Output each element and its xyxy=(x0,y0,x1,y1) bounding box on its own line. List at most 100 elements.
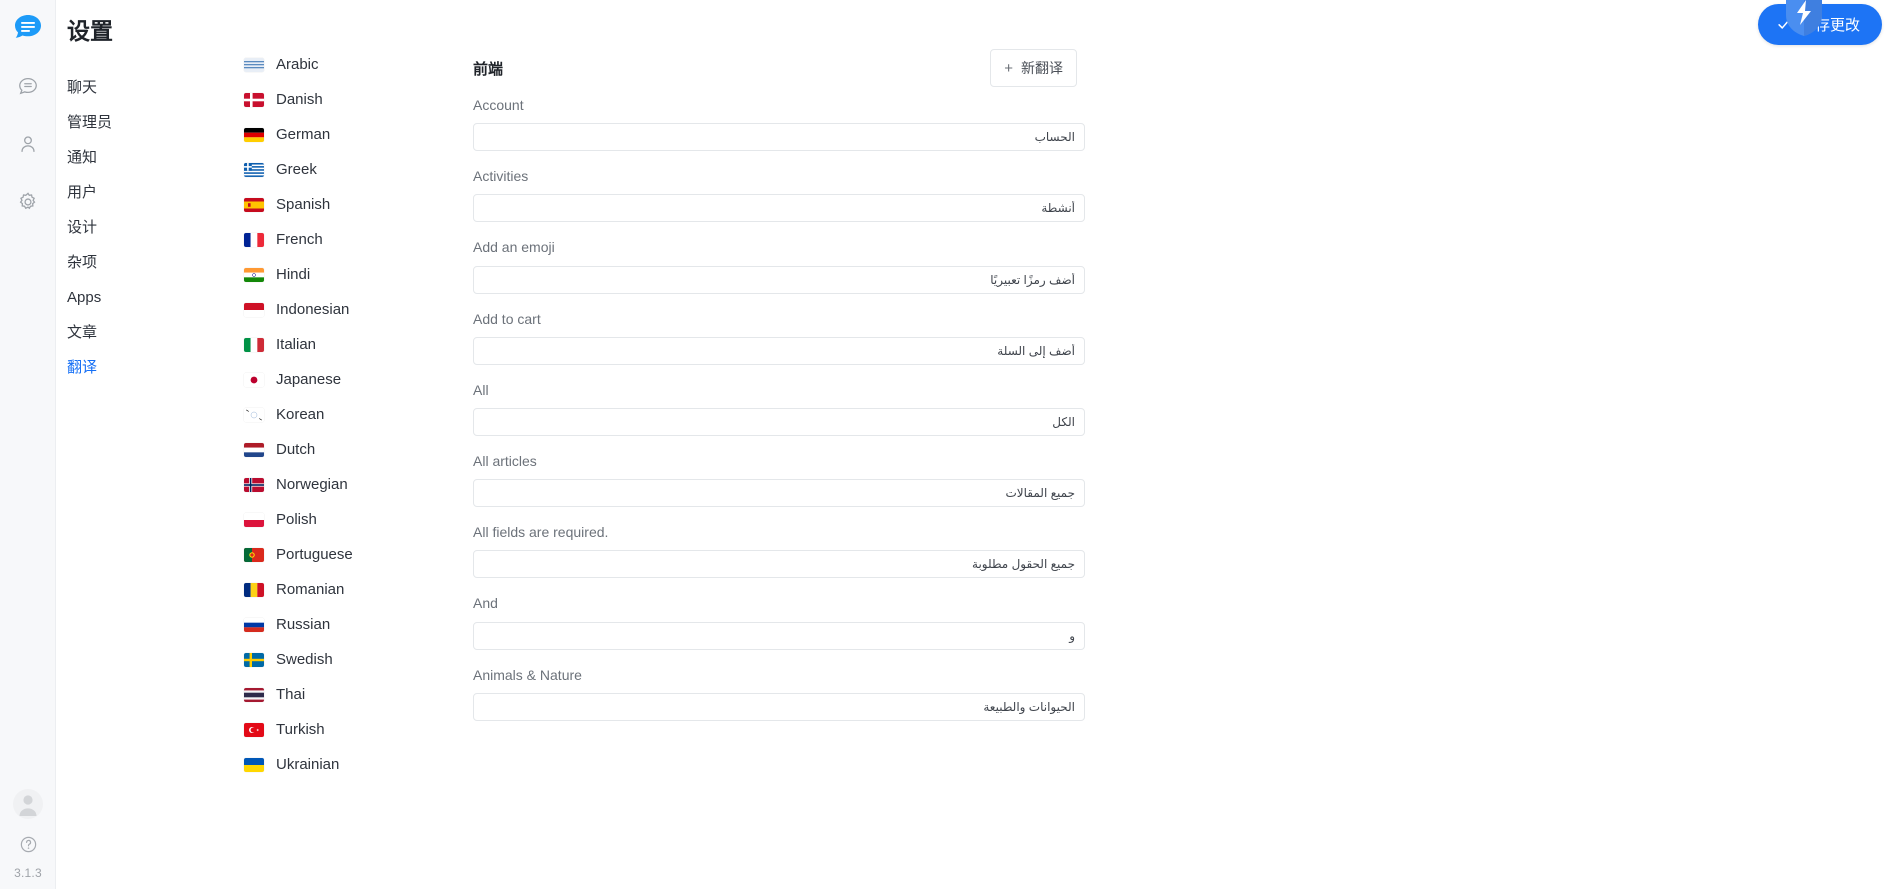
translation-fields: Account Activities Add an emoji Add to c… xyxy=(462,96,1895,721)
list-item[interactable]: Arabic xyxy=(232,48,462,83)
translation-input-animals-and-nature[interactable] xyxy=(473,692,1085,721)
list-item[interactable]: Greek xyxy=(232,153,462,188)
chat-icon[interactable] xyxy=(10,68,46,104)
translation-input-activities[interactable] xyxy=(473,194,1085,223)
translation-input-account[interactable] xyxy=(473,123,1085,152)
language-label: Thai xyxy=(276,686,306,703)
rail-footer: 3.1.3 xyxy=(0,789,56,889)
translation-input-all[interactable] xyxy=(473,407,1085,436)
language-label: Italian xyxy=(276,336,317,353)
panel-header: 前端 + 新翻译 xyxy=(462,48,1895,88)
sidebar-item-translations[interactable]: 翻译 xyxy=(67,351,232,386)
save-changes-bar: 保存更改 xyxy=(1757,0,1882,45)
flag-icon-se xyxy=(244,653,264,667)
flag-icon-pt xyxy=(244,548,264,562)
avatar[interactable] xyxy=(13,789,43,819)
list-item[interactable]: French xyxy=(232,223,462,258)
settings-nav-list: 聊天 管理员 通知 用户 设计 杂项 Apps 文章 翻译 xyxy=(67,71,232,386)
field-label: All xyxy=(473,381,489,398)
sidebar-item-chat[interactable]: 聊天 xyxy=(67,71,232,106)
flag-icon-in xyxy=(244,268,264,282)
translations-panel: 前端 + 新翻译 Account Activities Add an emoji… xyxy=(462,0,1895,889)
sidebar-item-apps[interactable]: Apps xyxy=(67,281,232,316)
list-item[interactable]: Russian xyxy=(232,608,462,643)
flag-icon-th xyxy=(244,688,264,702)
flag-icon-dk xyxy=(244,93,264,107)
field-label: All fields are required. xyxy=(473,524,609,541)
sidebar-item-layout[interactable]: 设计 xyxy=(67,211,232,246)
translation-field-activities: Activities xyxy=(473,167,1895,223)
language-label: Korean xyxy=(276,406,325,423)
chat-bubble-logo-icon[interactable] xyxy=(10,10,46,46)
list-item[interactable]: Turkish xyxy=(232,713,462,748)
sidebar-item-notifications[interactable]: 通知 xyxy=(67,141,232,176)
flag-icon-nl xyxy=(244,443,264,457)
flag-icon-ru xyxy=(244,618,264,632)
field-label: Activities xyxy=(473,168,529,185)
flag-icon-es xyxy=(244,198,264,212)
list-item[interactable]: Polish xyxy=(232,503,462,538)
language-label: Swedish xyxy=(276,651,333,668)
page-title: 设置 xyxy=(67,18,113,44)
gear-icon[interactable] xyxy=(10,184,46,220)
save-button-label: 保存更改 xyxy=(1799,17,1860,34)
add-translation-button[interactable]: + 新翻译 xyxy=(990,49,1077,87)
language-list: Arabic Danish German Greek Spanish Frenc… xyxy=(232,0,462,889)
list-item[interactable]: Korean xyxy=(232,398,462,433)
language-label: Norwegian xyxy=(276,476,348,493)
list-item[interactable]: Portuguese xyxy=(232,538,462,573)
flag-icon-fr xyxy=(244,233,264,247)
language-label: Spanish xyxy=(276,196,331,213)
language-label: Arabic xyxy=(276,56,319,73)
list-item[interactable]: Danish xyxy=(232,83,462,118)
list-item[interactable]: Ukrainian xyxy=(232,748,462,783)
translation-input-add-to-cart[interactable] xyxy=(473,336,1085,365)
list-item[interactable]: Swedish xyxy=(232,643,462,678)
list-item[interactable]: Norwegian xyxy=(232,468,462,503)
field-label: Animals & Nature xyxy=(473,666,582,683)
list-item[interactable]: Italian xyxy=(232,328,462,363)
list-item[interactable]: German xyxy=(232,118,462,153)
user-icon[interactable] xyxy=(10,126,46,162)
field-label: Add an emoji xyxy=(473,239,555,256)
section-title: 前端 xyxy=(473,60,504,78)
list-item[interactable]: Hindi xyxy=(232,258,462,293)
flag-icon-pl xyxy=(244,513,264,527)
add-translation-label: 新翻译 xyxy=(1021,60,1063,76)
translation-input-and[interactable] xyxy=(473,621,1085,650)
list-item[interactable]: Spanish xyxy=(232,188,462,223)
field-label: And xyxy=(473,595,498,612)
translation-field-all-fields-are-required: All fields are required. xyxy=(473,523,1895,579)
flag-icon-sa xyxy=(244,58,264,72)
translation-input-all-articles[interactable] xyxy=(473,479,1085,508)
language-label: Dutch xyxy=(276,441,316,458)
language-label: Hindi xyxy=(276,266,311,283)
flag-icon-de xyxy=(244,128,264,142)
sidebar-item-users[interactable]: 用户 xyxy=(67,176,232,211)
sidebar-item-admin[interactable]: 管理员 xyxy=(67,106,232,141)
app-icon-rail: 3.1.3 xyxy=(0,0,56,889)
flag-icon-ua xyxy=(244,758,264,772)
sidebar-item-misc[interactable]: 杂项 xyxy=(67,246,232,281)
translation-input-add-an-emoji[interactable] xyxy=(473,265,1085,294)
list-item[interactable]: Dutch xyxy=(232,433,462,468)
list-item[interactable]: Japanese xyxy=(232,363,462,398)
list-item[interactable]: Thai xyxy=(232,678,462,713)
language-label: Danish xyxy=(276,91,323,108)
field-label: Account xyxy=(473,97,524,113)
save-button[interactable]: 保存更改 xyxy=(1757,4,1882,45)
sidebar-item-articles[interactable]: 文章 xyxy=(67,316,232,351)
flag-icon-it xyxy=(244,338,264,352)
list-item[interactable]: Romanian xyxy=(232,573,462,608)
check-icon xyxy=(1776,17,1791,32)
flag-icon-gr xyxy=(244,163,264,177)
language-label: Polish xyxy=(276,511,317,528)
translation-input-all-fields-are-required[interactable] xyxy=(473,550,1085,579)
help-circle-icon[interactable] xyxy=(19,835,38,854)
settings-page: 3.1.3 设置 聊天 管理员 通知 用户 设计 杂项 Apps 文章 翻译 A… xyxy=(0,0,1895,889)
version-label: 3.1.3 xyxy=(14,866,42,880)
translation-field-add-to-cart: Add to cart xyxy=(473,310,1895,365)
translation-field-and: And xyxy=(473,594,1895,650)
list-item[interactable]: Indonesian xyxy=(232,293,462,328)
translation-field-add-an-emoji: Add an emoji xyxy=(473,238,1895,294)
